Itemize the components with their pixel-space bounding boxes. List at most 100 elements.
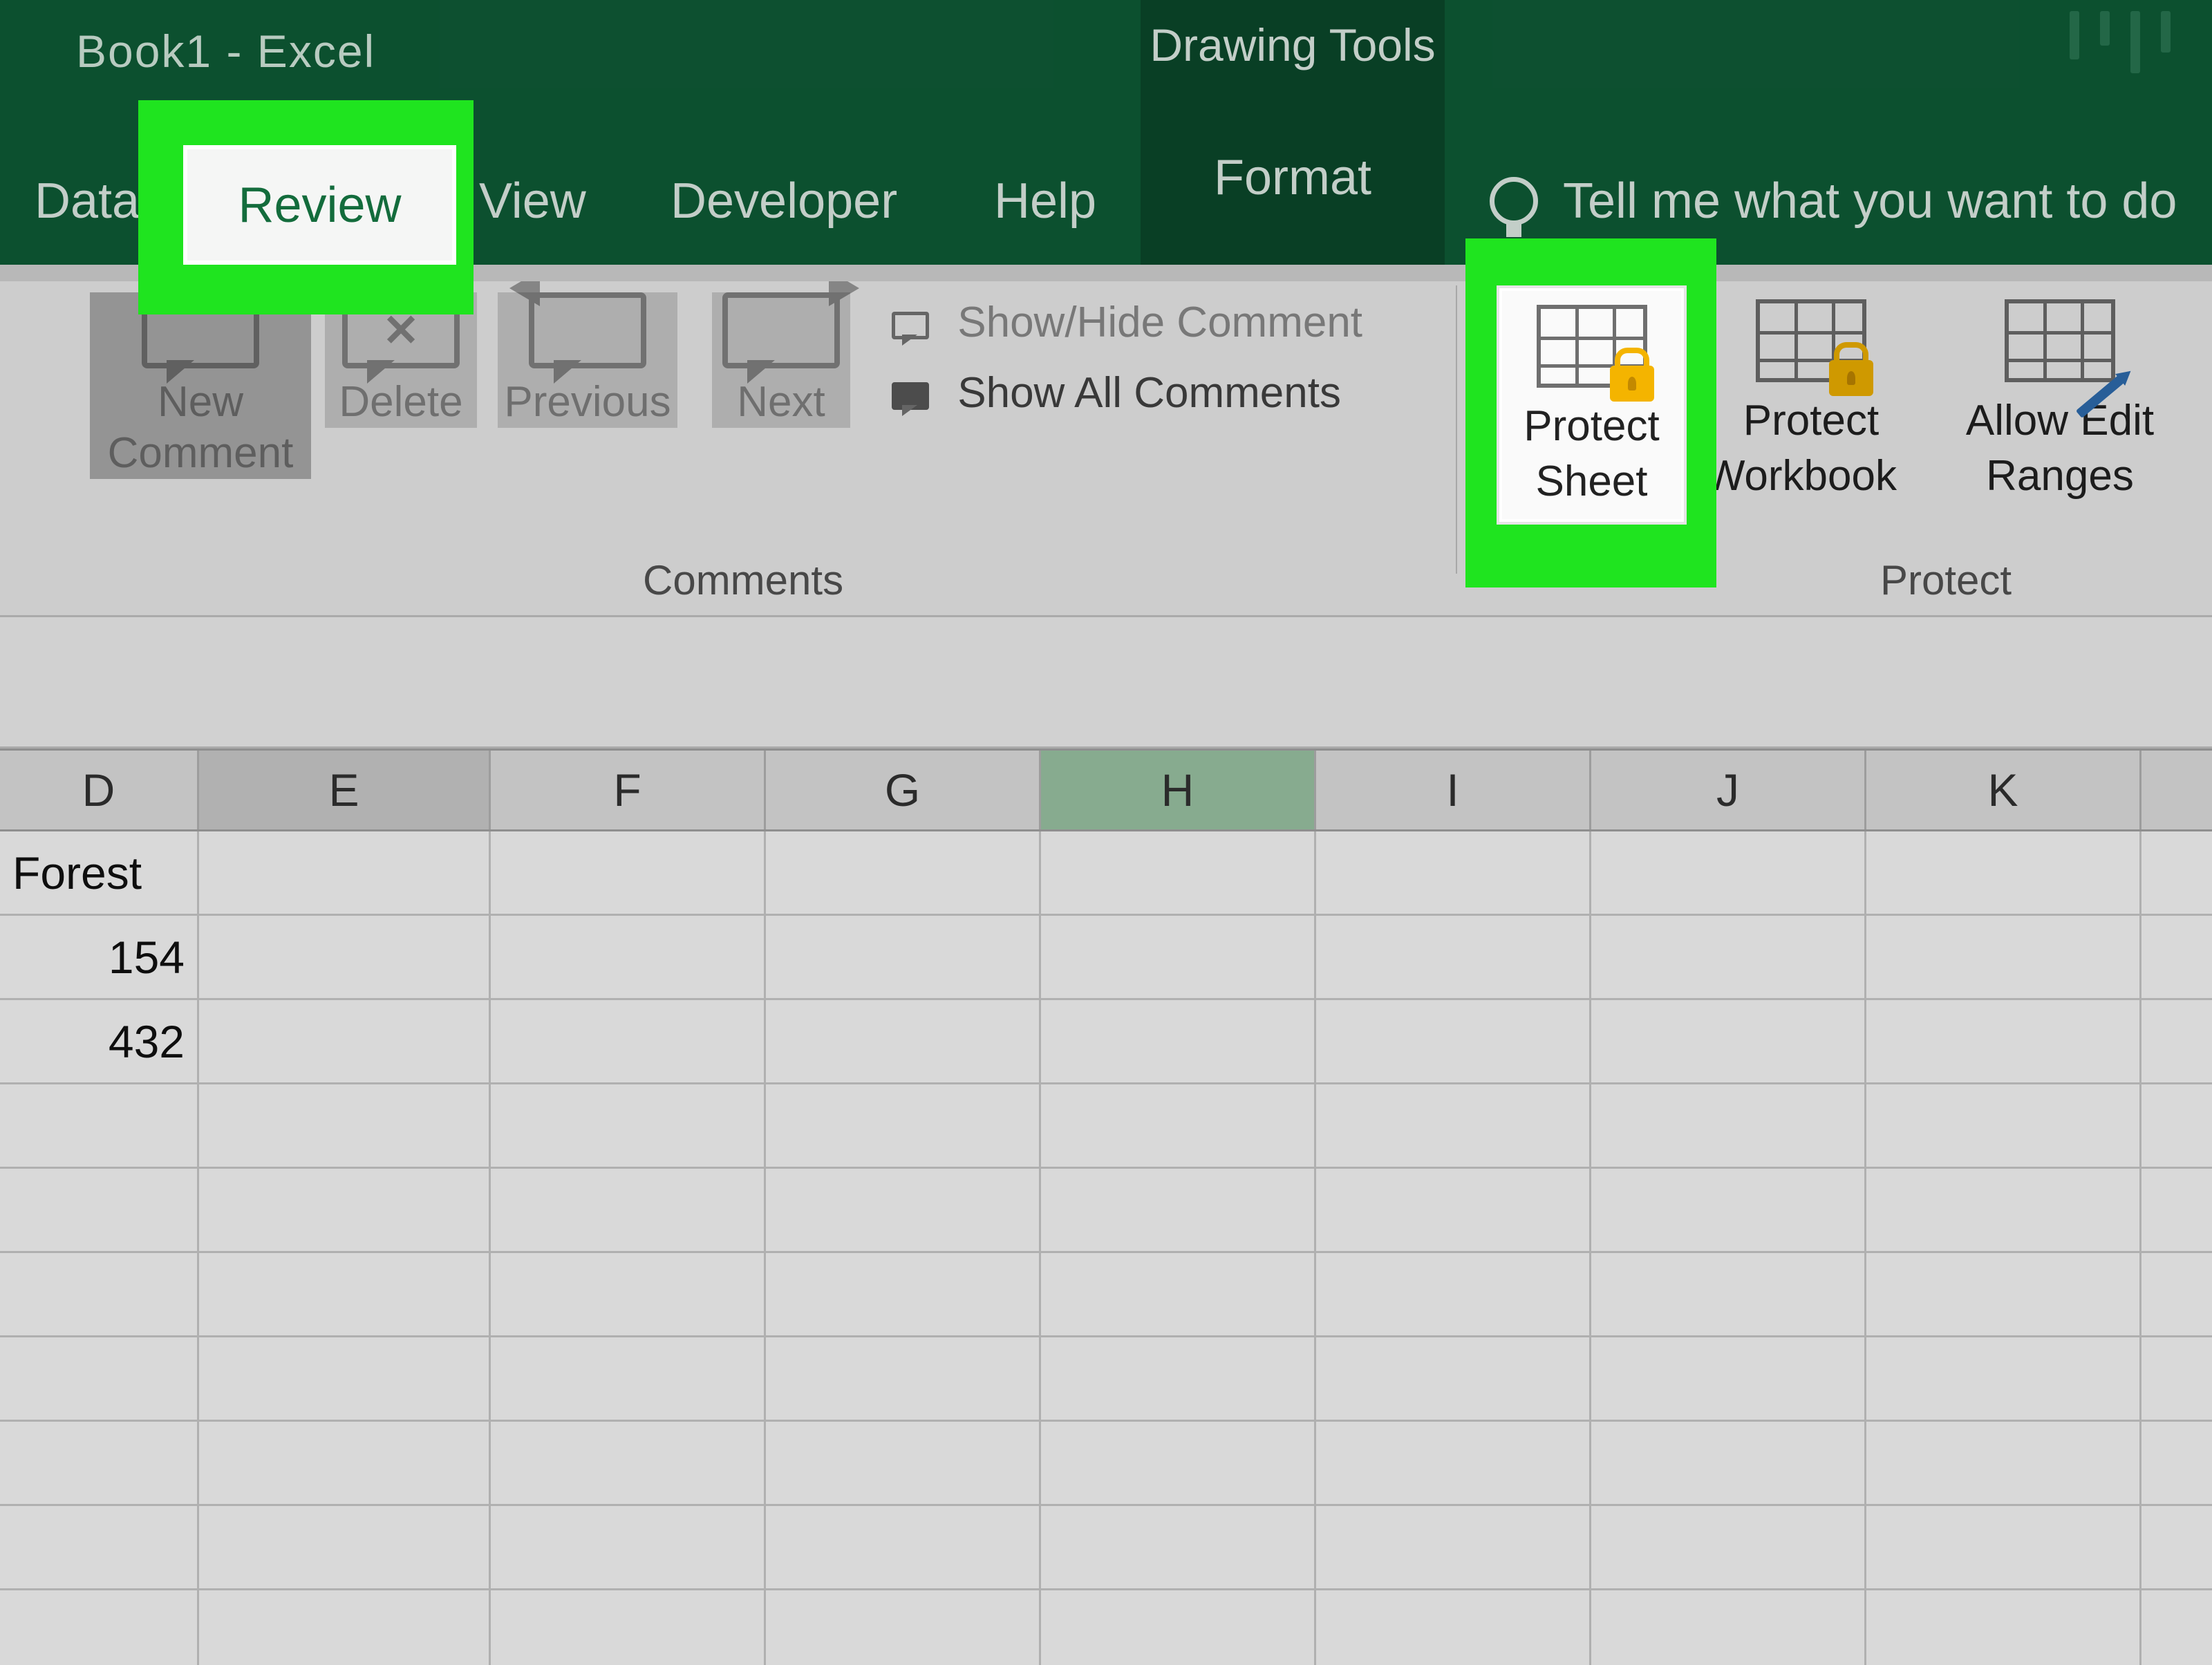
cell[interactable] [491,831,766,914]
cell[interactable] [199,1253,491,1335]
cell[interactable] [1041,1084,1316,1167]
col-header-D[interactable]: D [0,751,199,829]
cell[interactable] [766,1422,1041,1504]
tab-review[interactable]: Review [183,145,456,265]
previous-comment-button[interactable]: Previous [498,292,677,428]
cell[interactable] [1866,1169,2141,1251]
cell[interactable] [766,1084,1041,1167]
cell[interactable] [491,1084,766,1167]
cell[interactable] [2141,1000,2212,1082]
cell[interactable]: 154 [0,916,199,998]
cell[interactable] [199,916,491,998]
col-header-H[interactable]: H [1041,751,1316,829]
cell[interactable] [1591,1506,1866,1588]
cell[interactable] [1591,1253,1866,1335]
cell[interactable] [2141,831,2212,914]
cell[interactable] [1591,831,1866,914]
cell[interactable] [0,1506,199,1588]
cell[interactable] [0,1169,199,1251]
cell[interactable] [1866,831,2141,914]
tab-help[interactable]: Help [994,173,1096,229]
cell[interactable] [766,1253,1041,1335]
cell[interactable] [766,1169,1041,1251]
cell[interactable] [491,1590,766,1665]
cell[interactable] [199,1169,491,1251]
cell[interactable] [1041,916,1316,998]
tab-developer[interactable]: Developer [671,173,897,229]
cell[interactable] [1591,1337,1866,1420]
cell[interactable] [491,1000,766,1082]
cell[interactable] [1866,1000,2141,1082]
cell[interactable] [1591,1084,1866,1167]
cell[interactable] [1591,1422,1866,1504]
cell[interactable] [1041,1253,1316,1335]
cell[interactable] [2141,1169,2212,1251]
col-header-I[interactable]: I [1316,751,1591,829]
cell[interactable] [491,916,766,998]
cell[interactable] [0,1422,199,1504]
cell[interactable] [1316,1169,1591,1251]
cell[interactable] [491,1506,766,1588]
col-header-G[interactable]: G [766,751,1041,829]
cell[interactable] [2141,1506,2212,1588]
cell[interactable] [0,1590,199,1665]
cell[interactable] [766,916,1041,998]
col-header-F[interactable]: F [491,751,766,829]
col-header-K[interactable]: K [1866,751,2141,829]
cell[interactable] [1866,1590,2141,1665]
cell[interactable] [1591,1169,1866,1251]
cell[interactable]: Forest [0,831,199,914]
cell[interactable] [1866,1084,2141,1167]
cell[interactable] [1866,1253,2141,1335]
cell[interactable] [491,1253,766,1335]
cell[interactable] [1316,1253,1591,1335]
cell[interactable] [1041,1337,1316,1420]
cell[interactable] [1316,831,1591,914]
tab-format[interactable]: Format [1141,90,1445,265]
cell[interactable] [1866,1337,2141,1420]
cell[interactable] [2141,1590,2212,1665]
cell[interactable] [199,1506,491,1588]
cell[interactable] [199,1590,491,1665]
cell[interactable] [1866,1422,2141,1504]
cell[interactable] [766,1506,1041,1588]
cell[interactable] [1316,1590,1591,1665]
new-comment-button[interactable]: New Comment [90,292,311,479]
cell[interactable] [1041,1000,1316,1082]
cell[interactable] [1591,1590,1866,1665]
cell[interactable] [1316,1506,1591,1588]
cell[interactable] [491,1169,766,1251]
cell[interactable] [766,1590,1041,1665]
cell[interactable] [1591,916,1866,998]
cell[interactable] [1316,916,1591,998]
cell[interactable] [0,1084,199,1167]
cell[interactable] [199,1337,491,1420]
cell[interactable] [1316,1000,1591,1082]
cell[interactable] [1591,1000,1866,1082]
cell[interactable] [1041,1506,1316,1588]
formula-bar-area[interactable] [0,617,2212,749]
protect-workbook-button[interactable]: Protect Workbook [1700,299,1922,504]
cell[interactable] [766,1337,1041,1420]
cell[interactable] [766,831,1041,914]
cell[interactable] [199,831,491,914]
cell[interactable] [1866,1506,2141,1588]
cell[interactable] [1041,1590,1316,1665]
next-comment-button[interactable]: Next [712,292,850,428]
cell[interactable] [0,1253,199,1335]
cell[interactable] [1041,1422,1316,1504]
cell[interactable] [491,1337,766,1420]
cell[interactable] [1316,1422,1591,1504]
col-header-E[interactable]: E [199,751,491,829]
col-header-J[interactable]: J [1591,751,1866,829]
cell[interactable] [1316,1084,1591,1167]
show-all-comments-button[interactable]: Show All Comments [892,368,1341,417]
cell[interactable] [0,1337,199,1420]
cell[interactable] [1316,1337,1591,1420]
cell[interactable] [199,1000,491,1082]
allow-edit-ranges-button[interactable]: Allow Edit Ranges [1949,299,2171,504]
cell[interactable] [2141,916,2212,998]
cell[interactable] [2141,1337,2212,1420]
col-header-next[interactable] [2141,751,2212,829]
cell[interactable] [491,1422,766,1504]
